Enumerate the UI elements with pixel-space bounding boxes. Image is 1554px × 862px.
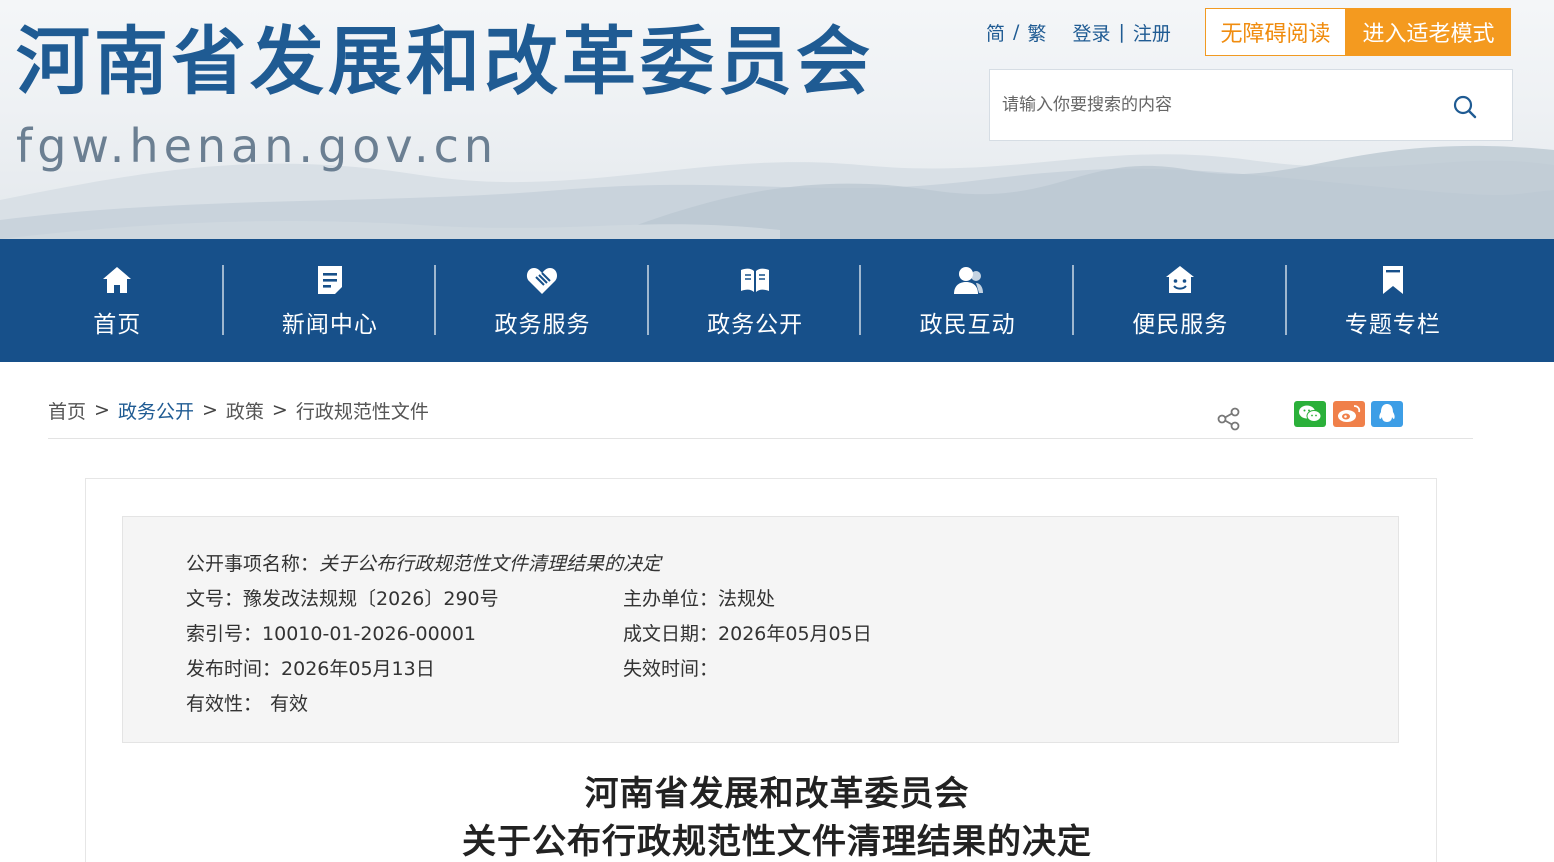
breadcrumb-separator: > xyxy=(94,399,110,421)
nav-label: 新闻中心 xyxy=(281,311,378,338)
nav-item-interaction[interactable]: 政民互动 xyxy=(861,239,1074,362)
wechat-icon[interactable] xyxy=(1294,401,1326,427)
register-link[interactable]: 注册 xyxy=(1133,19,1171,46)
meta-publish-time: 发布时间：2026年05月13日 xyxy=(186,658,435,680)
breadcrumb-regulatory-docs[interactable]: 行政规范性文件 xyxy=(296,397,429,424)
document-meta-panel: 公开事项名称：关于公布行政规范性文件清理结果的决定 文号：豫发改法规规〔2026… xyxy=(122,516,1399,743)
search-icon[interactable] xyxy=(1452,94,1478,120)
nav-item-convenience[interactable]: 便民服务 xyxy=(1074,239,1287,362)
bookmark-icon xyxy=(1382,265,1403,294)
meta-validity: 有效性： 有效 xyxy=(186,693,309,715)
main-nav: 首页 新闻中心 政务服务 政务公开 政民互动 便民服务 专题专栏 xyxy=(0,239,1554,362)
lang-separator: / xyxy=(1013,21,1020,43)
qq-icon[interactable] xyxy=(1371,401,1403,427)
book-icon xyxy=(741,268,770,292)
nav-label: 政务公开 xyxy=(707,311,804,338)
meta-index-no: 索引号：10010-01-2026-00001 xyxy=(186,623,476,645)
nav-label: 专题专栏 xyxy=(1344,311,1441,338)
accessibility-button[interactable]: 无障碍阅读 xyxy=(1205,8,1346,56)
nav-label: 便民服务 xyxy=(1132,311,1229,338)
meta-item-name: 公开事项名称：关于公布行政规范性文件清理结果的决定 xyxy=(186,553,662,575)
home-icon xyxy=(103,266,132,293)
lang-simplified-link[interactable]: 简 xyxy=(986,19,1005,46)
meta-written-date: 成文日期：2026年05月05日 xyxy=(623,623,872,645)
nav-label: 政务服务 xyxy=(494,311,591,338)
auth-separator: | xyxy=(1118,21,1125,43)
breadcrumb-divider xyxy=(48,438,1473,439)
meta-expire-time: 失效时间： xyxy=(623,658,719,680)
search-input[interactable] xyxy=(1002,70,1442,140)
breadcrumb-separator: > xyxy=(201,399,218,421)
search-box xyxy=(989,69,1513,141)
breadcrumb: 首页 > 政务公开 > 政策 > 行政规范性文件 xyxy=(48,394,429,426)
nav-label: 政民互动 xyxy=(919,311,1016,338)
lang-traditional-link[interactable]: 繁 xyxy=(1027,19,1046,46)
nav-label: 首页 xyxy=(93,311,142,338)
login-link[interactable]: 登录 xyxy=(1072,19,1110,46)
nav-item-gov-open[interactable]: 政务公开 xyxy=(649,239,862,362)
article-title-line2: 关于公布行政规范性文件清理结果的决定 xyxy=(462,822,1092,862)
nav-item-topics[interactable]: 专题专栏 xyxy=(1287,239,1500,362)
site-domain: fgw.henan.gov.cn xyxy=(16,119,499,173)
nav-item-gov-service[interactable]: 政务服务 xyxy=(436,239,649,362)
breadcrumb-gov-open[interactable]: 政务公开 xyxy=(118,397,194,424)
site-title: 河南省发展和改革委员会 xyxy=(16,19,874,105)
weibo-icon[interactable] xyxy=(1333,401,1365,427)
breadcrumb-home[interactable]: 首页 xyxy=(48,397,86,424)
smiley-house-icon xyxy=(1166,265,1195,293)
nav-item-news[interactable]: 新闻中心 xyxy=(224,239,437,362)
header-banner: 河南省发展和改革委员会 fgw.henan.gov.cn 简 / 繁 登录 | … xyxy=(0,0,1554,239)
news-icon xyxy=(317,265,342,294)
breadcrumb-policy[interactable]: 政策 xyxy=(226,397,264,424)
elder-mode-button[interactable]: 进入适老模式 xyxy=(1346,8,1511,56)
top-links: 简 / 繁 登录 | 注册 xyxy=(986,8,1171,56)
share-icon[interactable] xyxy=(1216,406,1242,432)
meta-doc-no: 文号：豫发改法规规〔2026〕290号 xyxy=(186,588,499,610)
article-title-line1: 河南省发展和改革委员会 xyxy=(584,774,970,814)
breadcrumb-separator: > xyxy=(271,399,288,421)
meta-host-unit: 主办单位：法规处 xyxy=(623,588,776,610)
handshake-icon xyxy=(527,267,558,294)
users-icon xyxy=(953,266,983,294)
nav-item-home[interactable]: 首页 xyxy=(11,239,224,362)
